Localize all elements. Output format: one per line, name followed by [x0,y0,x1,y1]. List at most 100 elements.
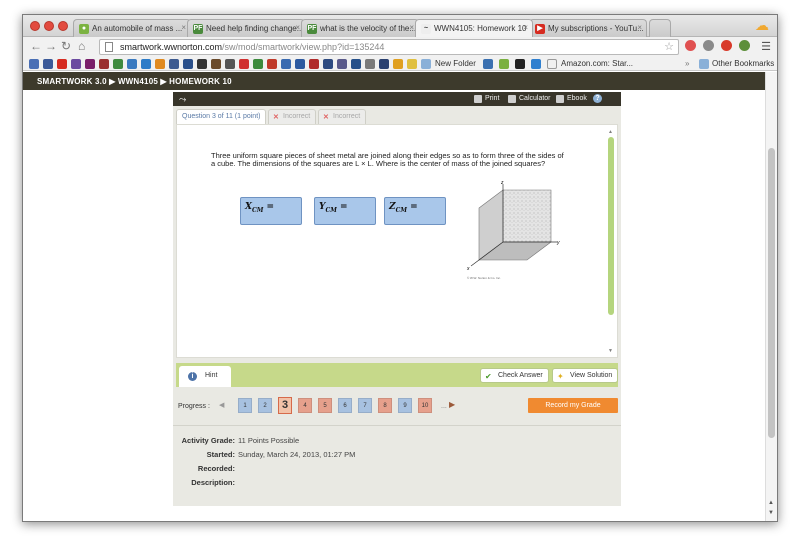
progress-item-1[interactable]: 1 [238,398,252,413]
bookmark-icon[interactable] [239,59,249,69]
bookmark-icon[interactable] [267,59,277,69]
print-button[interactable]: Print [485,95,499,102]
progress-item-6[interactable]: 6 [338,398,352,413]
zoom-window-button[interactable] [58,21,68,31]
bookmark-icon[interactable] [183,59,193,69]
tab-attempt-1[interactable]: ✕ Incorrect [268,109,317,124]
bookmark-icon[interactable] [281,59,291,69]
breadcrumb[interactable]: SMARTWORK 3.0 ▶ WWN4105 ▶ HOMEWORK 10 [23,72,767,90]
bookmark-icon[interactable] [99,59,109,69]
progress-item-5[interactable]: 5 [318,398,332,413]
bookmark-icon[interactable] [295,59,305,69]
close-window-button[interactable] [30,21,40,31]
progress-label: Progress : [178,403,210,410]
browser-tab-3[interactable]: PF what is the velocity of the... × [301,19,419,37]
print-icon[interactable] [474,95,482,103]
bookmark-star-icon[interactable]: ☆ [664,40,674,53]
progress-item-3-current[interactable]: 3 [278,397,292,414]
extension-icon[interactable] [703,40,714,51]
bookmark-amazon[interactable]: Amazon.com: Star... [561,59,633,68]
bookmark-icon[interactable] [407,59,417,69]
bookmark-icon[interactable] [365,59,375,69]
browser-tab-1[interactable]: ● An automobile of mass ... × [73,19,191,37]
calculator-button[interactable]: Calculator [519,95,551,102]
bookmark-icon[interactable] [379,59,389,69]
progress-item-2[interactable]: 2 [258,398,272,413]
progress-item-7[interactable]: 7 [358,398,372,413]
check-answer-button[interactable]: ✔ Check Answer [480,368,549,383]
home-icon[interactable]: ⌂ [78,39,85,53]
page-scrollbar[interactable]: ▲ ▼ [765,72,777,521]
browser-tab-5[interactable]: ▶ My subscriptions - YouTu... × [529,19,647,37]
bookmark-icon[interactable] [197,59,207,69]
address-bar[interactable]: smartwork.wwnorton.com/sw/mod/smartwork/… [99,39,679,55]
bookmark-icon[interactable] [113,59,123,69]
close-tab-icon[interactable]: × [295,23,300,32]
bookmark-icon[interactable] [71,59,81,69]
ebook-icon[interactable] [556,95,564,103]
hint-tab[interactable]: i Hint [179,366,231,387]
question-scrollbar[interactable]: ▲ ▼ [608,129,614,355]
scroll-down-icon[interactable]: ▼ [608,348,613,354]
facebook-bookmark-icon[interactable] [43,59,53,69]
extension-icon[interactable] [685,40,696,51]
view-solution-button[interactable]: ✦ View Solution [552,368,619,383]
tab-current-question[interactable]: Question 3 of 11 (1 point) [176,109,267,124]
progress-item-8[interactable]: 8 [378,398,392,413]
ebook-button[interactable]: Ebook [567,95,587,102]
bookmark-icon[interactable] [483,59,493,69]
bookmark-icon[interactable] [309,59,319,69]
bookmark-icon[interactable] [211,59,221,69]
bookmark-icon[interactable] [85,59,95,69]
bookmark-icon[interactable] [499,59,509,69]
bookmark-icon[interactable] [323,59,333,69]
help-icon[interactable]: ? [593,94,602,103]
close-tab-icon[interactable]: × [409,23,414,32]
bookmark-icon[interactable] [337,59,347,69]
close-tab-icon[interactable]: × [181,23,186,32]
browser-tab-4-active[interactable]: ~ WWN4105: Homework 10 × [415,19,533,37]
bookmark-icon[interactable] [155,59,165,69]
browser-tab-2[interactable]: PF Need help finding change... × [187,19,305,37]
record-grade-button[interactable]: Record my Grade [528,398,618,413]
bookmark-icon[interactable] [253,59,263,69]
back-icon[interactable]: ← [30,39,42,53]
progress-item-10[interactable]: 10 [418,398,432,413]
bookmark-icon[interactable] [29,59,39,69]
new-tab-button[interactable] [649,19,671,37]
reload-icon[interactable]: ↻ [61,39,71,53]
bookmark-icon[interactable] [531,59,541,69]
bookmark-icon[interactable] [351,59,361,69]
zcm-answer-box[interactable]: ZCM = [384,197,446,225]
extension-icon[interactable] [739,40,750,51]
bookmark-icon[interactable] [141,59,151,69]
bookmark-icon[interactable] [393,59,403,69]
menu-icon[interactable]: ☰ [761,40,771,53]
xcm-answer-box[interactable]: XCM = [240,197,302,225]
progress-next-icon[interactable]: ▶ [449,400,455,409]
minimize-window-button[interactable] [44,21,54,31]
tab-attempt-2[interactable]: ✕ Incorrect [318,109,367,124]
progress-item-4[interactable]: 4 [298,398,312,413]
close-tab-icon[interactable]: × [637,23,642,32]
scroll-up-icon[interactable]: ▲ [608,129,613,135]
calculator-icon[interactable] [508,95,516,103]
bookmark-new-folder[interactable]: New Folder [435,59,476,68]
bookmarks-overflow-icon[interactable]: » [685,59,689,68]
scroll-up-icon[interactable]: ▲ [768,500,774,506]
bookmark-icon[interactable] [169,59,179,69]
youtube-bookmark-icon[interactable] [57,59,67,69]
bookmark-other[interactable]: Other Bookmarks [712,59,774,68]
close-tab-icon[interactable]: × [523,23,528,32]
ycm-answer-box[interactable]: YCM = [314,197,376,225]
progress-item-9[interactable]: 9 [398,398,412,413]
progress-prev-icon[interactable]: ◀ [219,401,224,409]
page-scroll-thumb[interactable] [768,148,775,438]
scroll-down-icon[interactable]: ▼ [768,510,774,516]
bookmark-icon[interactable] [127,59,137,69]
question-scroll-thumb[interactable] [608,137,614,315]
bookmark-icon[interactable] [225,59,235,69]
opera-extension-icon[interactable] [721,40,732,51]
forward-icon[interactable]: → [45,39,57,53]
imdb-bookmark-icon[interactable] [515,59,525,69]
